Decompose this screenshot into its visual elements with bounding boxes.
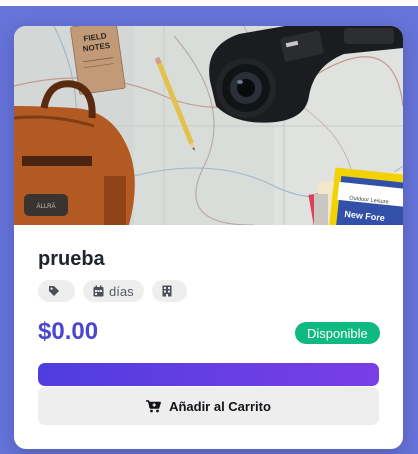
tag-duration-label: días xyxy=(109,283,134,299)
add-to-cart-button[interactable]: Añadir al Carrito xyxy=(38,387,379,425)
tag-icon xyxy=(49,286,59,296)
product-price: $0.00 xyxy=(38,318,99,345)
product-title: prueba xyxy=(38,248,105,270)
svg-text:ÄLLRÄ: ÄLLRÄ xyxy=(36,203,55,210)
building-icon xyxy=(162,285,172,297)
tag-duration: días xyxy=(83,280,144,302)
tag-list: días xyxy=(38,280,187,302)
top-strip xyxy=(0,0,418,6)
add-to-cart-label: Añadir al Carrito xyxy=(169,398,271,414)
tag-location xyxy=(151,280,187,302)
product-card: FIELD NOTES ÄLLRÄ Outdoor Leisure New Fo… xyxy=(14,26,403,449)
cart-plus-icon xyxy=(146,399,162,412)
accent-bar xyxy=(38,363,379,386)
calendar-icon xyxy=(93,285,104,297)
product-image: FIELD NOTES ÄLLRÄ Outdoor Leisure New Fo… xyxy=(14,26,403,225)
tag-category xyxy=(38,280,75,302)
availability-badge: Disponible xyxy=(295,322,380,344)
